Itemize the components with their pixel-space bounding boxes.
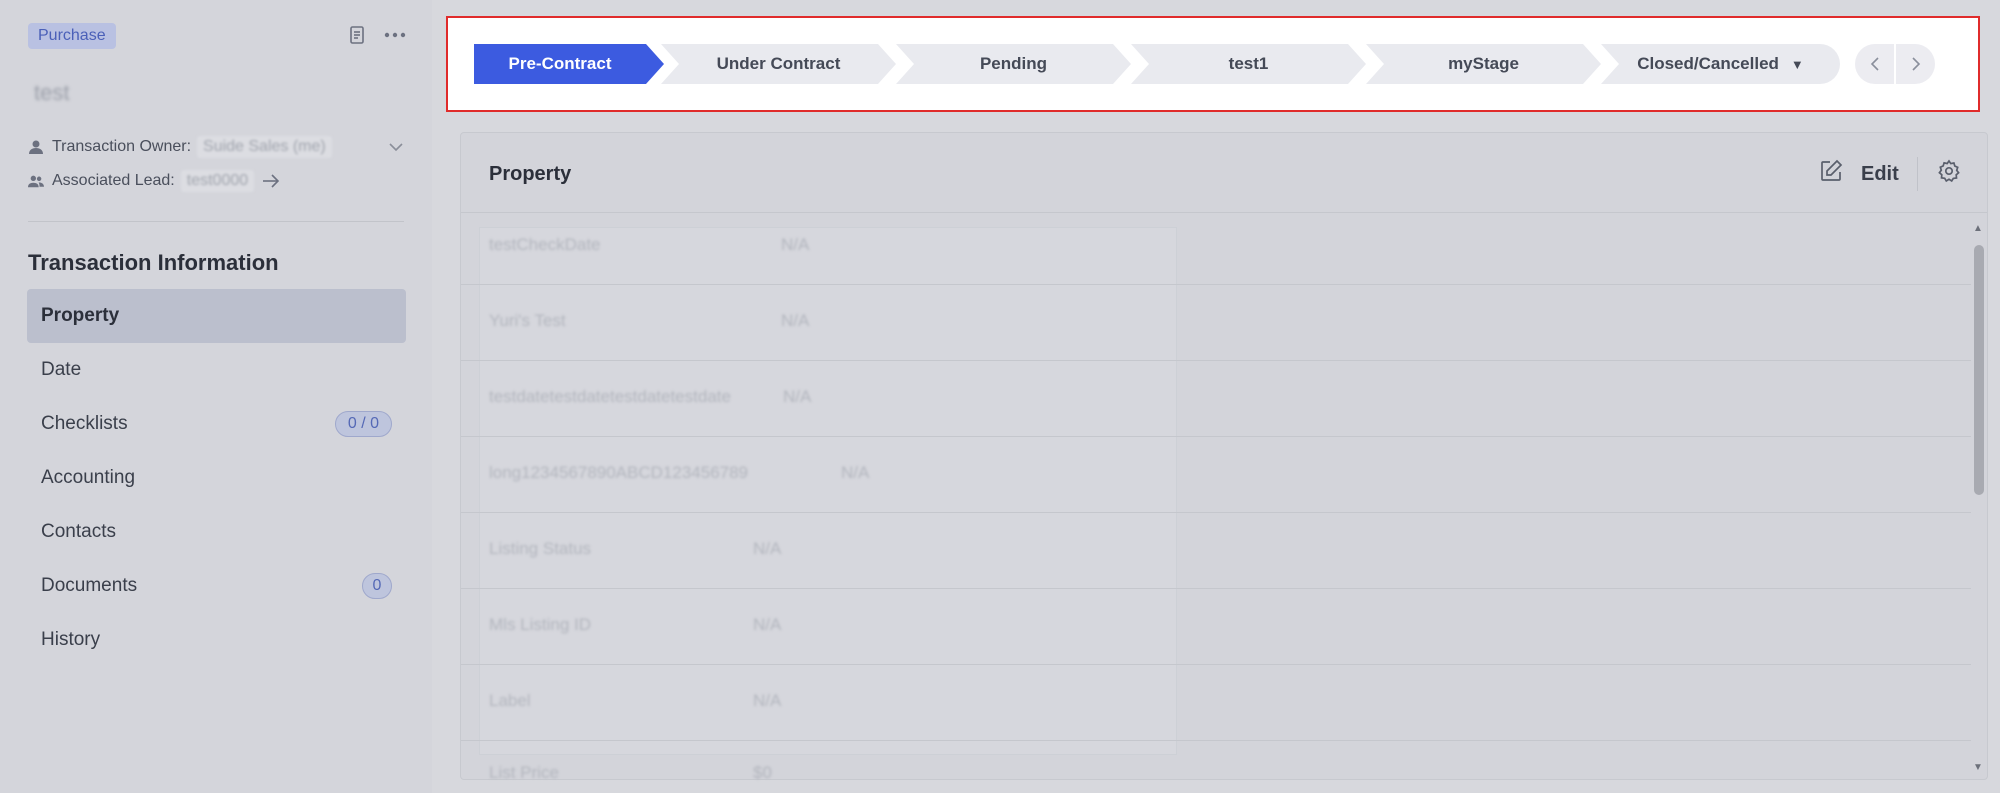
vertical-scrollbar[interactable]: ▲ ▼	[1971, 219, 1985, 777]
sidebar-item-date[interactable]: Date	[27, 343, 406, 397]
field-label: long1234567890ABCD123456789	[489, 463, 749, 482]
sidebar-item-label: Checklists	[41, 413, 128, 434]
field-label: Yuri's Test	[489, 311, 566, 330]
associated-lead-value[interactable]: test0000	[180, 170, 255, 192]
stage-pre-contract[interactable]: Pre-Contract	[474, 44, 664, 84]
field-value: N/A	[753, 539, 782, 558]
stage-label: Pre-Contract	[508, 54, 612, 73]
stage-closed-cancelled[interactable]: Closed/Cancelled ▼	[1601, 44, 1840, 84]
transaction-owner-label: Transaction Owner:	[52, 138, 192, 155]
panel-header: Property Edit	[461, 133, 1987, 213]
sidebar-item-label: Property	[41, 305, 120, 326]
sidebar-item-label: Documents	[41, 575, 138, 596]
sidebar-divider	[28, 221, 404, 222]
stage-test1[interactable]: test1	[1131, 44, 1366, 84]
sidebar-item-property[interactable]: Property	[27, 289, 406, 343]
sidebar-item-label: Accounting	[41, 467, 136, 488]
edit-icon[interactable]	[1819, 159, 1843, 188]
stage-mystage[interactable]: myStage	[1366, 44, 1601, 84]
property-fields: testCheckDate N/A Yuri's Test N/A testda…	[461, 213, 1971, 782]
associated-lead-label: Associated Lead:	[52, 172, 175, 189]
stage-scroll-buttons	[1855, 44, 1935, 84]
sidebar: Purchase test Transaction Owner: Suide S…	[0, 0, 432, 793]
field-value: N/A	[781, 235, 810, 254]
field-row: List Price $0	[461, 741, 1971, 782]
field-value: N/A	[753, 691, 782, 710]
scroll-down-icon[interactable]: ▼	[1973, 762, 1983, 773]
field-value: N/A	[841, 463, 870, 482]
chevron-right-icon[interactable]	[1894, 44, 1935, 84]
transaction-title: test	[34, 80, 70, 105]
count-badge: 0	[362, 573, 392, 599]
field-value: N/A	[781, 311, 810, 330]
gear-icon[interactable]	[1937, 159, 1961, 188]
header-divider	[1917, 157, 1918, 191]
stage-label: test1	[1228, 54, 1269, 73]
stage-under-contract[interactable]: Under Contract	[661, 44, 896, 84]
stage-pending[interactable]: Pending	[896, 44, 1131, 84]
sidebar-item-accounting[interactable]: Accounting	[27, 451, 406, 505]
sidebar-item-label: Date	[41, 359, 82, 380]
users-icon	[28, 175, 44, 188]
stage-label: Pending	[979, 54, 1048, 73]
field-value: $0	[753, 763, 772, 782]
section-title: Transaction Information	[28, 250, 279, 275]
document-icon[interactable]	[344, 22, 370, 48]
field-value: N/A	[783, 387, 812, 406]
field-label: Label	[489, 691, 531, 710]
field-label: testCheckDate	[489, 235, 601, 254]
field-row: testdatetestdatetestdatetestdate N/A	[461, 361, 1971, 437]
sidebar-item-checklists[interactable]: Checklists 0 / 0	[27, 397, 406, 451]
field-label: Listing Status	[489, 539, 592, 558]
panel-title: Property	[489, 163, 572, 185]
sidebar-item-label: History	[41, 629, 101, 650]
sidebar-item-documents[interactable]: Documents 0	[27, 559, 406, 613]
property-panel: Property Edit testCheckDate N/A Yuri's T…	[460, 132, 1988, 782]
field-value: N/A	[753, 615, 782, 634]
associated-lead-row[interactable]: Associated Lead: test0000	[28, 169, 288, 193]
transaction-owner-value: Suide Sales (me)	[197, 136, 332, 158]
field-row: Mls Listing ID N/A	[461, 589, 1971, 665]
field-label: Mls Listing ID	[489, 615, 592, 634]
transaction-type-tag: Purchase	[28, 23, 116, 49]
stage-label: myStage	[1448, 54, 1519, 73]
scroll-up-icon[interactable]: ▲	[1973, 223, 1983, 234]
stage-label: Under Contract	[716, 54, 841, 73]
stage-label: Closed/Cancelled	[1637, 54, 1779, 73]
field-row: Listing Status N/A	[461, 513, 1971, 589]
count-badge: 0 / 0	[334, 411, 392, 437]
edit-button[interactable]: Edit	[1861, 163, 1899, 186]
chevron-down-icon[interactable]	[388, 141, 404, 153]
user-icon	[29, 140, 43, 154]
field-row: Label N/A	[461, 665, 1971, 741]
field-label: testdatetestdatetestdatetestdate	[489, 387, 731, 406]
field-row: testCheckDate N/A	[461, 213, 1971, 285]
caret-down-icon[interactable]: ▼	[1791, 57, 1804, 72]
field-label: List Price	[489, 763, 559, 782]
field-row: long1234567890ABCD123456789 N/A	[461, 437, 1971, 513]
arrow-right-icon[interactable]	[262, 174, 280, 188]
chevron-left-icon[interactable]	[1855, 44, 1894, 84]
sidebar-item-history[interactable]: History	[27, 613, 406, 667]
transaction-owner-row[interactable]: Transaction Owner: Suide Sales (me)	[28, 135, 403, 159]
scroll-thumb[interactable]	[1974, 245, 1984, 495]
field-row: Yuri's Test N/A	[461, 285, 1971, 361]
sidebar-item-contacts[interactable]: Contacts	[27, 505, 406, 559]
sidebar-item-label: Contacts	[41, 521, 116, 542]
sidebar-nav: Property Date Checklists 0 / 0 Accountin…	[27, 289, 406, 667]
more-options-icon[interactable]	[382, 22, 408, 48]
